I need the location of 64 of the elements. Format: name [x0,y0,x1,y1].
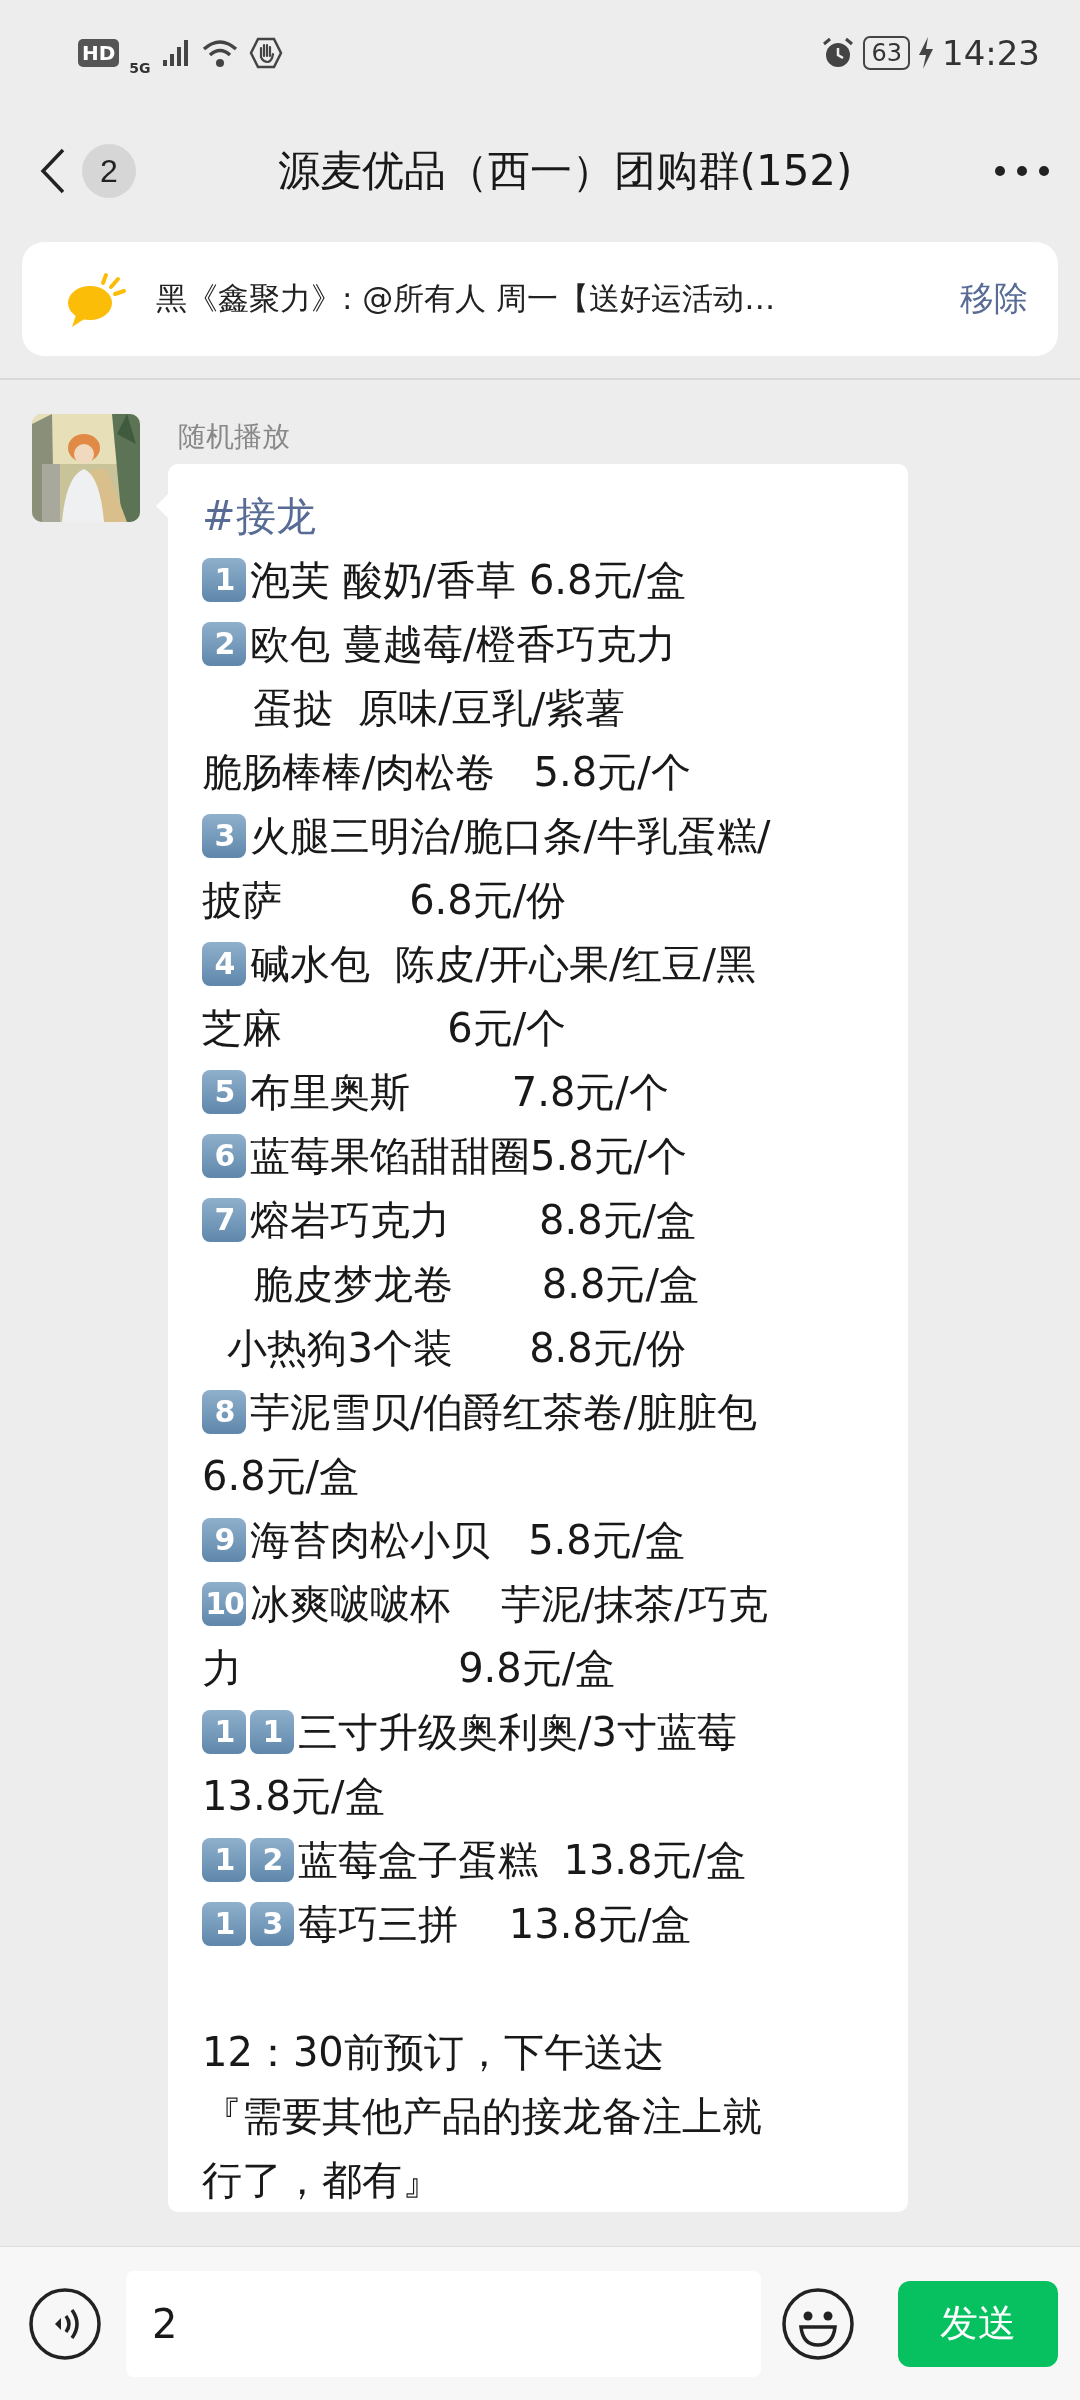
number-badge: 8 [202,1389,246,1434]
number-badge: 5 [202,1069,246,1114]
message-line: 莓巧三拼 13.8元/盒 [298,1899,692,1949]
message-line: 碱水包 陈皮/开心果/红豆/黑 [250,939,756,989]
smiley-icon [781,2286,855,2361]
message-line: 海苔肉松小贝 5.8元/盒 [250,1515,686,1565]
message-line: 芝麻 6元/个 [202,1003,567,1053]
message-line: 行了，都有』 [202,2155,442,2205]
hashtag-link[interactable]: #接龙 [202,483,874,548]
message-line: 蛋挞 原味/豆乳/紫薯 [251,683,626,733]
charging-icon [918,37,934,69]
number-badge: 1 [202,1709,246,1754]
message-line: 力 9.8元/盒 [202,1643,616,1693]
number-badge: 7 [202,1197,246,1242]
message-line: 三寸升级奥利奥/3寸蓝莓 [298,1707,737,1757]
battery-level: 63 [863,36,910,70]
message-line: 蓝莓盒子蛋糕 13.8元/盒 [298,1835,746,1885]
message-line: 熔岩巧克力 8.8元/盒 [250,1195,697,1245]
message-line: 火腿三明治/脆口条/牛乳蛋糕/ [250,811,771,861]
message-line: 布里奥斯 7.8元/个 [250,1067,669,1117]
wifi-icon [200,38,239,68]
back-button[interactable]: 2 [40,144,136,198]
number-badge: 9 [202,1517,246,1562]
back-icon [40,148,66,194]
number-badge: 1 [202,1901,246,1946]
number-badge: 6 [202,1133,246,1178]
message-input[interactable]: 2 [126,2270,761,2377]
number-badge: 4 [202,941,246,986]
message-line: 小热狗3个装 8.8元/份 [226,1323,687,1373]
voice-icon [28,2286,102,2361]
number-badge: 1 [202,557,246,602]
message-line: 芋泥雪贝/伯爵红茶卷/脏脏包 [250,1387,757,1437]
emoji-button[interactable] [781,2286,855,2361]
announcement-text: 黑《鑫聚力》: @所有人 周一【送好运活动… [156,279,777,318]
message-line: 12：30前预订，下午送达 [202,2027,664,2077]
message-line: 脆皮梦龙卷 8.8元/盒 [251,1259,699,1309]
voice-button[interactable] [28,2286,102,2361]
number-badge: 2 [250,1837,294,1882]
number-badge: 1 [250,1709,294,1754]
sender-name: 随机播放 [178,418,291,455]
number-badge: 3 [250,1901,294,1946]
hd-label: HD [78,39,120,67]
unread-count: 2 [82,144,136,198]
message-line: 蓝莓果馅甜甜圈5.8元/个 [250,1131,688,1181]
message-line: 欧包 蔓越莓/橙香巧克力 [250,619,677,669]
pinned-announcement[interactable]: 黑《鑫聚力》: @所有人 周一【送好运活动… 移除 [22,242,1058,356]
message-line: 6.8元/盒 [202,1451,360,1501]
clock-time: 14:23 [942,33,1040,73]
network-label: 5G [129,60,151,76]
message-line: 『需要其他产品的接龙备注上就 [202,2091,762,2141]
hand-icon [248,37,283,69]
message-line: 泡芙 酸奶/香草 6.8元/盒 [250,555,686,605]
message-line: 冰爽啵啵杯 芋泥/抹茶/巧克 [250,1579,768,1629]
alarm-icon [821,36,856,70]
remove-link[interactable]: 移除 [960,276,1028,322]
message-line: 披萨 6.8元/份 [202,875,567,925]
signal-icon [160,38,191,68]
number-badge: 1 [202,1837,246,1882]
number-badge: 10 [202,1581,246,1626]
chat-title: 源麦优品（西一）团购群(152) [277,145,853,197]
message-line: 13.8元/盒 [202,1771,385,1821]
number-badge: 2 [202,621,246,666]
message-line: 脆肠棒棒/肉松卷 5.8元/个 [202,747,691,797]
number-badge: 3 [202,813,246,858]
